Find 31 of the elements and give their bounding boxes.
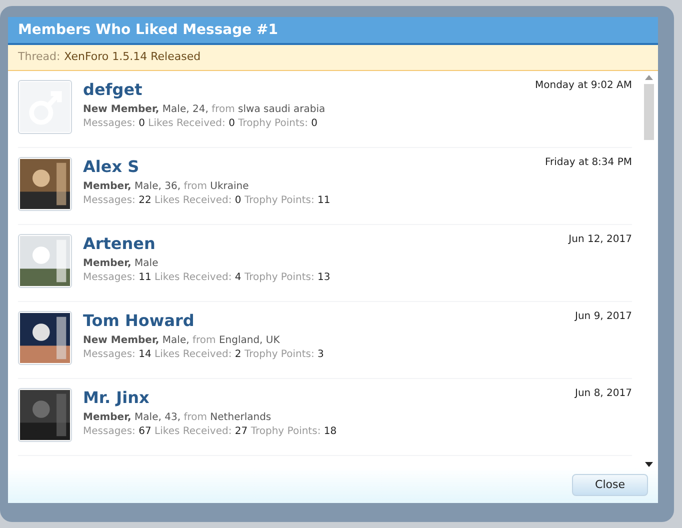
avatar[interactable] [18, 157, 72, 211]
male-symbol-icon [20, 82, 70, 132]
member-info: Member, Male [83, 257, 160, 271]
member-info: New Member, Male, 24, from slwa saudi arabia [83, 103, 326, 117]
member-stats: Messages: 11 Likes Received: 4 Trophy Points: 13 [83, 271, 332, 285]
like-date: Monday at 9:02 AM [535, 79, 632, 93]
member-stats: Messages: 0 Likes Received: 0 Trophy Points: 0 [83, 117, 319, 131]
member-stats: Messages: 67 Likes Received: 27 Trophy Points: 18 [83, 425, 338, 439]
like-date: Friday at 8:34 PM [544, 156, 632, 170]
member-name[interactable]: Mr. Jinx [83, 388, 150, 408]
scroll-up-icon[interactable] [645, 75, 653, 80]
avatar[interactable] [18, 388, 72, 442]
scrollbar[interactable] [644, 75, 654, 467]
thread-label: Thread: [18, 49, 60, 66]
member-name[interactable]: Alex S [83, 157, 140, 177]
member-info: New Member, Male, from England, UK [83, 334, 281, 348]
member-stats: Messages: 22 Likes Received: 0 Trophy Points: 11 [83, 194, 332, 208]
member-info: Member, Male, 43, from Netherlands [83, 411, 272, 425]
like-date: Jun 9, 2017 [575, 310, 632, 324]
like-date: Jun 8, 2017 [575, 387, 632, 401]
dialog-title: Members Who Liked Message #1 [18, 20, 278, 40]
close-button[interactable]: Close [572, 474, 648, 496]
thread-title[interactable]: XenForo 1.5.14 Released [64, 49, 201, 66]
avatar[interactable] [18, 311, 72, 365]
member-name[interactable]: Tom Howard [83, 311, 194, 331]
member-stats: Messages: 14 Likes Received: 2 Trophy Points: 3 [83, 348, 325, 362]
member-name[interactable]: defget [83, 80, 142, 100]
like-date: Jun 12, 2017 [568, 233, 632, 247]
scroll-thumb[interactable] [644, 84, 654, 140]
member-info: Member, Male, 36, from Ukraine [83, 180, 250, 194]
member-name[interactable]: Artenen [83, 234, 156, 254]
